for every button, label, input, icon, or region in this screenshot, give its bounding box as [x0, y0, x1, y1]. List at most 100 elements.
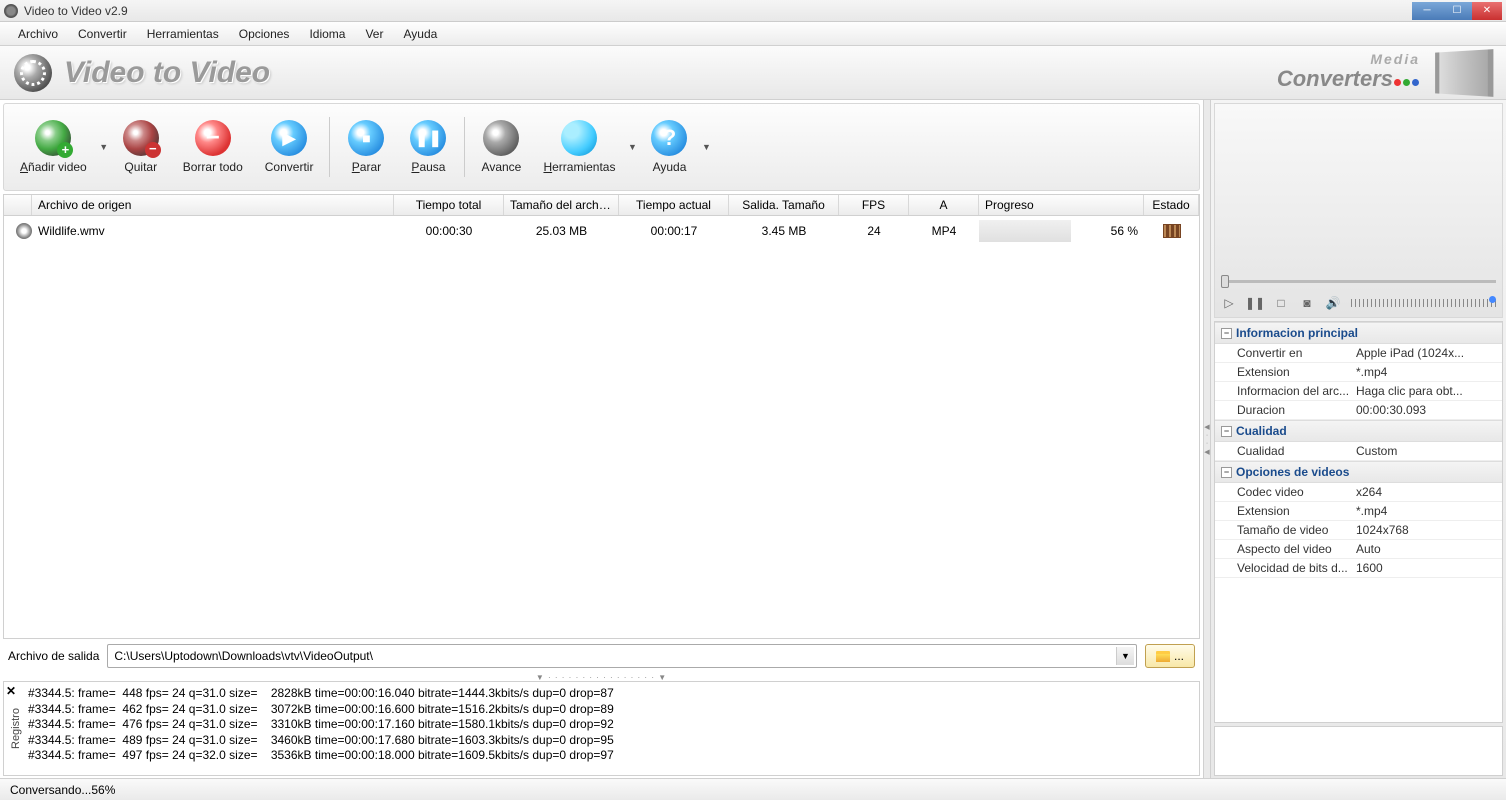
- app-icon: [4, 4, 18, 18]
- cell-total-time: 00:00:30: [394, 224, 504, 238]
- menu-convertir[interactable]: Convertir: [68, 24, 137, 44]
- preview-pause-button[interactable]: ❚❚: [1247, 295, 1263, 311]
- prop-row[interactable]: Codec videox264: [1215, 483, 1502, 502]
- pause-icon: ❚❚: [410, 120, 446, 156]
- titlebar: Video to Video v2.9 ─ ☐ ✕: [0, 0, 1506, 22]
- cell-a: MP4: [909, 224, 979, 238]
- col-current-time[interactable]: Tiempo actual: [619, 195, 729, 215]
- stop-icon: ■: [348, 120, 384, 156]
- media-converters-logo: Media Converters: [1277, 53, 1420, 92]
- add-video-dropdown[interactable]: ▼: [99, 142, 109, 152]
- col-total-time[interactable]: Tiempo total: [394, 195, 504, 215]
- collapse-icon[interactable]: −: [1221, 328, 1232, 339]
- prop-row[interactable]: Tamaño de video1024x768: [1215, 521, 1502, 540]
- clear-all-button[interactable]: − Borrar todo: [173, 116, 253, 178]
- prop-group-header[interactable]: −Informacion principal: [1215, 322, 1502, 344]
- clear-icon: −: [195, 120, 231, 156]
- output-path-combo[interactable]: C:\Users\Uptodown\Downloads\vtv\VideoOut…: [107, 644, 1137, 668]
- stop-button[interactable]: ■ Parar: [336, 116, 396, 178]
- preview-video-area: [1215, 104, 1502, 273]
- brand-icon: [14, 54, 52, 92]
- cell-file-size: 25.03 MB: [504, 224, 619, 238]
- brand-text: Video to Video: [64, 56, 270, 90]
- col-file-size[interactable]: Tamaño del archivo: [504, 195, 619, 215]
- preview-volume-slider[interactable]: [1351, 299, 1496, 307]
- help-dropdown[interactable]: ▼: [701, 142, 711, 152]
- close-button[interactable]: ✕: [1472, 2, 1502, 20]
- menubar: Archivo Convertir Herramientas Opciones …: [0, 22, 1506, 46]
- menu-ver[interactable]: Ver: [355, 24, 393, 44]
- add-icon: [35, 120, 71, 156]
- file-type-icon: [16, 223, 32, 239]
- preview-volume-icon[interactable]: 🔊: [1325, 295, 1341, 311]
- col-a[interactable]: A: [909, 195, 979, 215]
- preview-snapshot-button[interactable]: ◙: [1299, 295, 1315, 311]
- menu-opciones[interactable]: Opciones: [229, 24, 300, 44]
- log-lines[interactable]: #3344.5: frame= 448 fps= 24 q=31.0 size=…: [22, 682, 1199, 775]
- prop-row[interactable]: CualidadCustom: [1215, 442, 1502, 461]
- window-controls: ─ ☐ ✕: [1412, 2, 1502, 20]
- menu-archivo[interactable]: Archivo: [8, 24, 68, 44]
- preview-controls: ▷ ❚❚ □ ◙ 🔊: [1215, 289, 1502, 317]
- col-file[interactable]: Archivo de origen: [32, 195, 394, 215]
- converting-icon: [1163, 224, 1181, 238]
- preview-play-button[interactable]: ▷: [1221, 295, 1237, 311]
- statusbar: Conversando...56%: [0, 778, 1506, 800]
- preview-button[interactable]: Avance: [471, 116, 531, 178]
- collapse-icon[interactable]: −: [1221, 467, 1232, 478]
- chevron-down-icon[interactable]: ▼: [1116, 647, 1134, 665]
- col-progress[interactable]: Progreso: [979, 195, 1144, 215]
- cell-fps: 24: [839, 224, 909, 238]
- cell-file: Wildlife.wmv: [32, 224, 394, 238]
- tools-dropdown[interactable]: ▼: [627, 142, 637, 152]
- window-title: Video to Video v2.9: [24, 4, 128, 18]
- prop-row[interactable]: Duracion00:00:30.093: [1215, 401, 1502, 420]
- prop-group-header[interactable]: −Opciones de videos: [1215, 461, 1502, 483]
- menu-herramientas[interactable]: Herramientas: [137, 24, 229, 44]
- log-tab-label[interactable]: Registro: [4, 682, 22, 775]
- convert-button[interactable]: ▶ Convertir: [255, 116, 324, 178]
- preview-stop-button[interactable]: □: [1273, 295, 1289, 311]
- prop-row[interactable]: Convertir enApple iPad (1024x...: [1215, 344, 1502, 363]
- output-label: Archivo de salida: [8, 649, 99, 663]
- browse-button[interactable]: ...: [1145, 644, 1195, 668]
- help-button[interactable]: ? Ayuda: [639, 116, 699, 178]
- menu-idioma[interactable]: Idioma: [299, 24, 355, 44]
- help-icon: ?: [651, 120, 687, 156]
- status-text: Conversando...56%: [10, 783, 115, 797]
- add-video-button[interactable]: Añadir video: [10, 116, 97, 178]
- prop-row[interactable]: Aspecto del videoAuto: [1215, 540, 1502, 559]
- pause-button[interactable]: ❚❚ Pausa: [398, 116, 458, 178]
- horizontal-splitter[interactable]: ▼ · · · · · · · · · · · · · · · · ▼: [0, 673, 1203, 681]
- grid-body[interactable]: Wildlife.wmv 00:00:30 25.03 MB 00:00:17 …: [3, 216, 1200, 639]
- cell-state: [1144, 224, 1199, 238]
- prop-row[interactable]: Extension*.mp4: [1215, 502, 1502, 521]
- prop-group-header[interactable]: −Cualidad: [1215, 420, 1502, 442]
- col-fps[interactable]: FPS: [839, 195, 909, 215]
- grid-row[interactable]: Wildlife.wmv 00:00:30 25.03 MB 00:00:17 …: [4, 216, 1199, 246]
- log-panel: ✕ Registro #3344.5: frame= 448 fps= 24 q…: [3, 681, 1200, 776]
- prop-row[interactable]: Extension*.mp4: [1215, 363, 1502, 382]
- convert-icon: ▶: [271, 120, 307, 156]
- brand-bar: Video to Video Media Converters: [0, 46, 1506, 100]
- cell-out-size: 3.45 MB: [729, 224, 839, 238]
- output-row: Archivo de salida C:\Users\Uptodown\Down…: [0, 639, 1203, 673]
- tools-icon: [561, 120, 597, 156]
- preview-seek-slider[interactable]: [1215, 273, 1502, 289]
- maximize-button[interactable]: ☐: [1442, 2, 1472, 20]
- menu-ayuda[interactable]: Ayuda: [393, 24, 447, 44]
- toolbar: Añadir video ▼ Quitar − Borrar todo ▶ Co…: [3, 103, 1200, 191]
- remove-button[interactable]: Quitar: [111, 116, 171, 178]
- collapse-icon[interactable]: −: [1221, 426, 1232, 437]
- remove-icon: [123, 120, 159, 156]
- preview-icon: [483, 120, 519, 156]
- col-state[interactable]: Estado: [1144, 195, 1199, 215]
- minimize-button[interactable]: ─: [1412, 2, 1442, 20]
- properties-panel[interactable]: −Informacion principalConvertir enApple …: [1214, 321, 1503, 723]
- prop-row[interactable]: Informacion del arc...Haga clic para obt…: [1215, 382, 1502, 401]
- prop-row[interactable]: Velocidad de bits d...1600: [1215, 559, 1502, 578]
- col-out-size[interactable]: Salida. Tamaño: [729, 195, 839, 215]
- cell-current-time: 00:00:17: [619, 224, 729, 238]
- tools-button[interactable]: Herramientas: [533, 116, 625, 178]
- grid-header: Archivo de origen Tiempo total Tamaño de…: [3, 194, 1200, 216]
